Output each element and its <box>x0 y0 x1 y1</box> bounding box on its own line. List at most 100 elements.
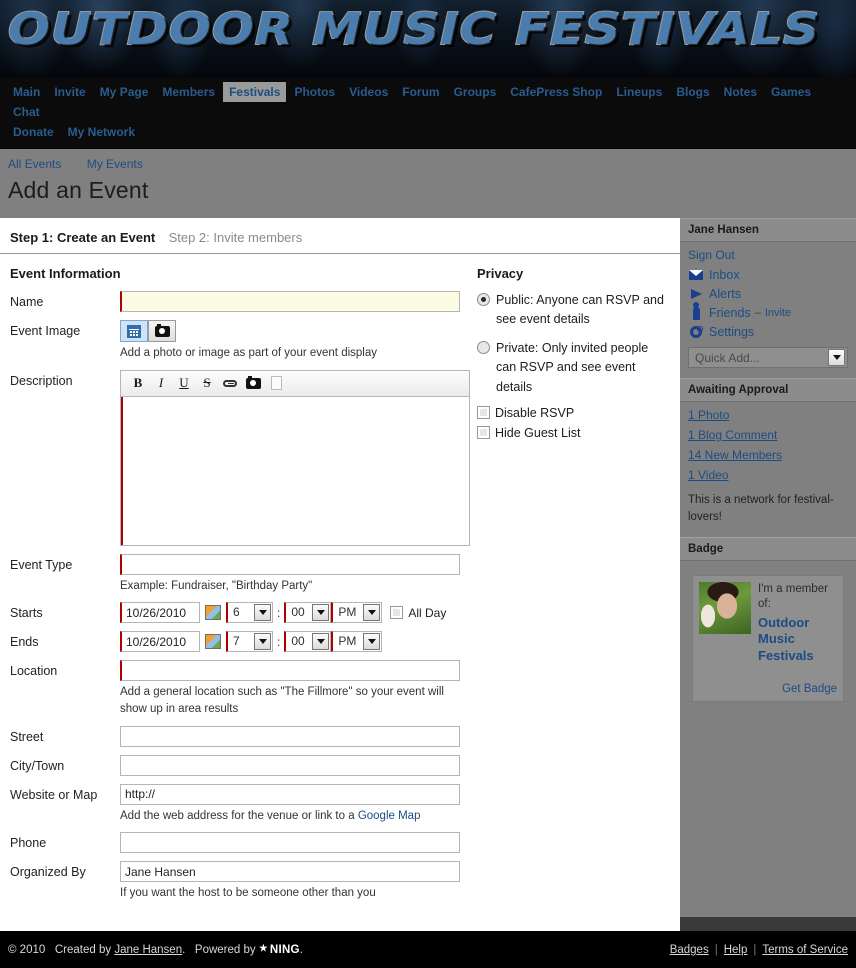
settings-link[interactable]: Settings <box>709 325 754 339</box>
sign-out-link[interactable]: Sign Out <box>688 248 848 262</box>
label-phone: Phone <box>10 836 47 851</box>
nav-item-main[interactable]: Main <box>7 82 46 102</box>
strikethrough-button[interactable]: S <box>196 373 218 393</box>
footer-link-help[interactable]: Help <box>724 944 748 956</box>
starts-meridiem-select[interactable]: PM <box>331 602 383 624</box>
phone-input[interactable] <box>120 832 460 854</box>
privacy-option-public[interactable]: Public: Anyone can RSVP and see event de… <box>477 291 670 330</box>
chevron-down-icon[interactable] <box>254 604 271 622</box>
calendar-image-button[interactable] <box>120 320 148 342</box>
name-input[interactable] <box>120 291 460 312</box>
field-row-phone: Phone <box>10 832 465 854</box>
event-type-input[interactable] <box>120 553 460 575</box>
nav-item-festivals[interactable]: Festivals <box>223 82 287 102</box>
subnav-all-events[interactable]: All Events <box>8 157 61 171</box>
nav-item-members[interactable]: Members <box>156 82 221 102</box>
awaiting-item-video[interactable]: 1 Video <box>688 468 848 482</box>
description-textarea[interactable] <box>121 396 469 545</box>
sidebar-item-settings[interactable]: Settings <box>688 325 848 339</box>
awaiting-item-new-members[interactable]: 14 New Members <box>688 448 848 462</box>
insert-link-button[interactable] <box>219 373 241 393</box>
google-map-link[interactable]: Google Map <box>358 810 421 822</box>
disable-rsvp-checkbox[interactable] <box>477 406 490 420</box>
flag-icon <box>688 289 704 299</box>
nav-item-groups[interactable]: Groups <box>448 82 503 102</box>
subnav-my-events[interactable]: My Events <box>87 157 143 171</box>
nav-item-games[interactable]: Games <box>765 82 817 102</box>
badge-network-name: Outdoor Music Festivals <box>758 614 814 664</box>
starts-date-input[interactable] <box>120 602 200 624</box>
nav-item-my-network[interactable]: My Network <box>62 122 141 142</box>
label-ends: Ends <box>10 635 39 650</box>
nav-item-my-page[interactable]: My Page <box>94 82 155 102</box>
privacy-option-private[interactable]: Private: Only invited people can RSVP an… <box>477 339 670 397</box>
sidebar-item-friends[interactable]: Friends – Invite <box>688 301 848 320</box>
location-input[interactable] <box>120 660 460 682</box>
ends-meridiem-select[interactable]: PM <box>331 631 383 653</box>
disable-rsvp-group[interactable]: Disable RSVP <box>477 406 670 420</box>
website-input[interactable] <box>120 783 460 805</box>
chevron-down-icon[interactable] <box>363 604 381 622</box>
chevron-down-icon[interactable] <box>363 633 381 651</box>
hide-guest-list-group[interactable]: Hide Guest List <box>477 426 670 440</box>
footer-link-badges[interactable]: Badges <box>670 944 709 956</box>
main-navigation: Main Invite My Page Members Festivals Photos V… <box>0 78 856 149</box>
quick-add-select[interactable]: Quick Add... <box>688 347 848 368</box>
ends-date-input[interactable] <box>120 631 200 653</box>
sidebar-item-inbox[interactable]: Inbox <box>688 268 848 282</box>
network-description: This is a network for festival-lovers! <box>688 494 834 524</box>
awaiting-item-blog-comment[interactable]: 1 Blog Comment <box>688 428 848 442</box>
footer-ning-suffix: . <box>299 943 303 956</box>
starts-minute-select[interactable]: 00 <box>284 602 332 624</box>
tab-step-1[interactable]: Step 1: Create an Event <box>10 230 155 245</box>
radio-private[interactable] <box>477 340 490 354</box>
chevron-down-icon[interactable] <box>312 604 330 622</box>
chevron-down-icon[interactable] <box>828 349 845 366</box>
friends-link[interactable]: Friends <box>709 306 751 320</box>
insert-image-button[interactable] <box>242 373 264 393</box>
alerts-link[interactable]: Alerts <box>709 287 741 301</box>
get-badge-link[interactable]: Get Badge <box>782 683 837 695</box>
awaiting-item-photo[interactable]: 1 Photo <box>688 408 848 422</box>
all-day-checkbox-group[interactable]: All Day <box>390 606 446 620</box>
friends-invite-link[interactable]: Invite <box>765 307 791 319</box>
field-row-location: Location Add a general location such as … <box>10 660 465 717</box>
hide-guest-list-checkbox[interactable] <box>477 426 490 440</box>
envelope-icon <box>688 270 704 280</box>
upload-photo-button[interactable] <box>148 320 176 342</box>
inbox-link[interactable]: Inbox <box>709 268 740 282</box>
website-hint: Add the web address for the venue or lin… <box>120 808 460 825</box>
ends-minute-select[interactable]: 00 <box>284 631 332 653</box>
nav-item-donate[interactable]: Donate <box>7 122 60 142</box>
tab-step-2[interactable]: Step 2: Invite members <box>169 230 303 245</box>
ends-calendar-picker-icon[interactable] <box>205 634 221 650</box>
event-image-buttons <box>120 320 465 342</box>
all-day-checkbox[interactable] <box>390 606 404 620</box>
nav-item-videos[interactable]: Videos <box>343 82 394 102</box>
bold-button[interactable]: B <box>127 373 149 393</box>
nav-item-blogs[interactable]: Blogs <box>670 82 715 102</box>
underline-button[interactable]: U <box>173 373 195 393</box>
nav-item-notes[interactable]: Notes <box>718 82 763 102</box>
nav-item-photos[interactable]: Photos <box>288 82 341 102</box>
starts-hour-select[interactable]: 6 <box>226 602 273 624</box>
chevron-down-icon[interactable] <box>312 633 330 651</box>
starts-calendar-picker-icon[interactable] <box>205 605 221 621</box>
insert-file-button[interactable] <box>265 373 287 393</box>
footer-creator-link[interactable]: Jane Hansen <box>114 944 182 956</box>
page-footer: © 2010 Created by Jane Hansen. Powered b… <box>0 931 856 968</box>
nav-item-lineups[interactable]: Lineups <box>610 82 668 102</box>
italic-button[interactable]: I <box>150 373 172 393</box>
nav-item-forum[interactable]: Forum <box>396 82 445 102</box>
nav-item-invite[interactable]: Invite <box>48 82 91 102</box>
sidebar-item-alerts[interactable]: Alerts <box>688 287 848 301</box>
city-town-input[interactable] <box>120 754 460 776</box>
nav-item-chat[interactable]: Chat <box>7 102 46 122</box>
radio-public[interactable] <box>477 293 490 306</box>
ends-hour-select[interactable]: 7 <box>226 631 273 653</box>
chevron-down-icon[interactable] <box>254 633 271 651</box>
footer-link-terms[interactable]: Terms of Service <box>762 944 848 956</box>
street-input[interactable] <box>120 725 460 747</box>
organized-by-input[interactable] <box>120 861 460 883</box>
nav-item-cafepress-shop[interactable]: CafePress Shop <box>504 82 608 102</box>
